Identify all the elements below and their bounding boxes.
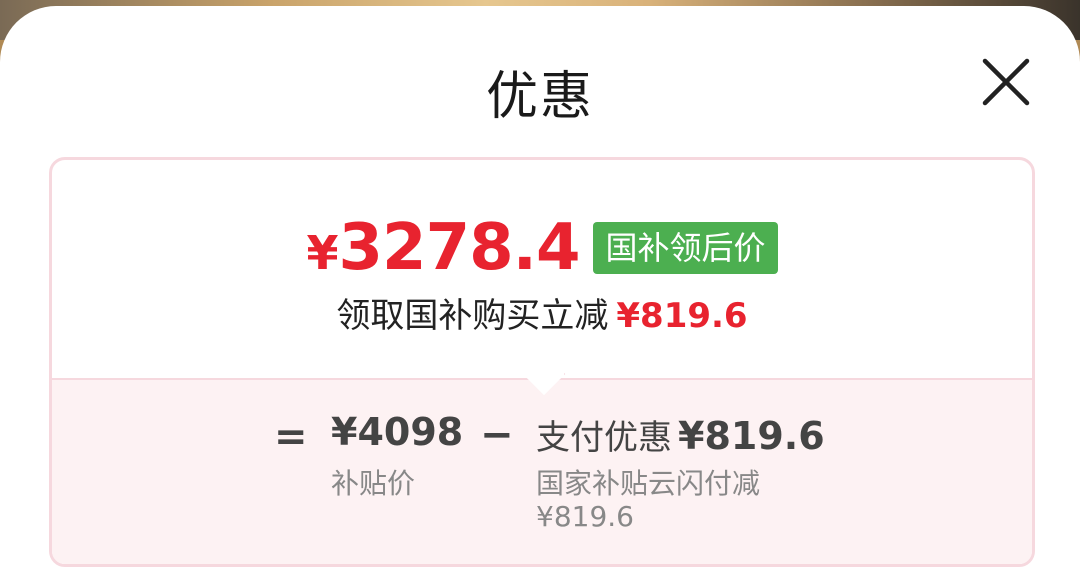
payment-discount: 支付优惠 ¥819.6: [536, 410, 825, 459]
notch-cover: [522, 350, 564, 378]
price-formula: = ¥4098 补贴价 − 支付优惠 ¥819.6 国家补贴云闪付减 ¥819.6: [52, 406, 1032, 546]
payment-desc-amount: ¥819.6: [536, 500, 634, 533]
sheet-title: 优惠: [485, 67, 594, 127]
base-price: ¥4098: [331, 410, 464, 454]
payment-amount: ¥819.6: [678, 414, 825, 458]
final-price: ¥ 3278.4: [306, 211, 581, 285]
final-price-tag: 国补领后价: [593, 222, 778, 274]
discount-sheet: 优惠 ¥ 3278.4 国补领后价 领取国补购买立减 ¥819.6 = ¥4098…: [0, 6, 1080, 570]
close-icon[interactable]: [982, 58, 1030, 106]
equals-sign: =: [274, 414, 308, 460]
base-price-label: 补贴价: [331, 467, 416, 500]
final-price-value: 3278.4: [338, 211, 581, 285]
discount-summary: 领取国补购买立减 ¥819.6: [52, 288, 1032, 337]
price-breakdown-card: ¥ 3278.4 国补领后价 领取国补购买立减 ¥819.6 = ¥4098 补贴…: [49, 157, 1035, 567]
minus-sign: −: [480, 412, 514, 458]
discount-amount: ¥819.6: [616, 296, 748, 336]
final-price-row: ¥ 3278.4 国补领后价: [52, 211, 1032, 285]
payment-label: 支付优惠: [536, 418, 672, 458]
final-price-currency: ¥: [306, 226, 339, 280]
payment-desc: 国家补贴云闪付减: [536, 467, 761, 500]
discount-text: 领取国补购买立减: [336, 296, 609, 336]
